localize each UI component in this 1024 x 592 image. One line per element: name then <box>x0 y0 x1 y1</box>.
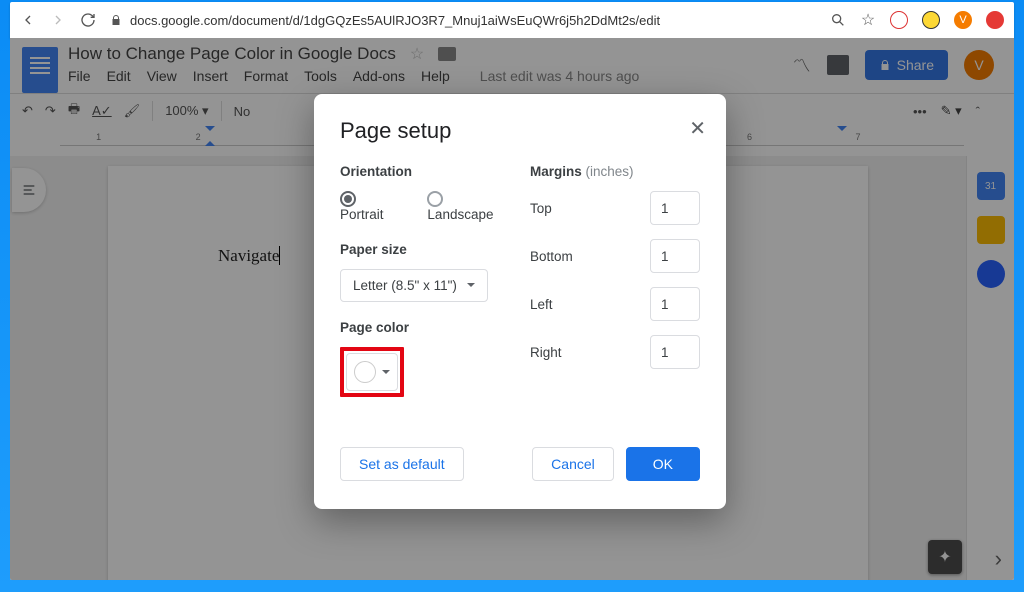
portrait-radio[interactable]: Portrait <box>340 191 401 222</box>
set-default-button[interactable]: Set as default <box>340 447 464 481</box>
chevron-down-icon <box>467 283 475 291</box>
extension-icon-2[interactable] <box>922 11 940 29</box>
browser-toolbar: docs.google.com/document/d/1dgGQzEs5AUlR… <box>10 2 1014 38</box>
page-color-picker[interactable] <box>346 353 398 391</box>
margin-left-input[interactable] <box>650 287 700 321</box>
margin-right-label: Right <box>530 345 562 360</box>
zoom-icon[interactable] <box>830 12 846 28</box>
margin-top-label: Top <box>530 201 552 216</box>
annotation-highlight <box>340 347 404 397</box>
orientation-label: Orientation <box>340 164 510 179</box>
margin-top-input[interactable] <box>650 191 700 225</box>
color-swatch <box>354 361 376 383</box>
chevron-down-icon <box>382 370 390 378</box>
chrome-profile[interactable]: V <box>954 11 972 29</box>
margin-bottom-label: Bottom <box>530 249 573 264</box>
extension-icon-3[interactable] <box>986 11 1004 29</box>
star-icon[interactable]: ☆ <box>860 12 876 28</box>
back-icon[interactable] <box>20 12 36 28</box>
paper-size-label: Paper size <box>340 242 510 257</box>
extension-icon-1[interactable] <box>890 11 908 29</box>
page-color-label: Page color <box>340 320 510 335</box>
page-setup-dialog: ✕ Page setup Orientation Portrait Landsc… <box>314 94 726 509</box>
cancel-button[interactable]: Cancel <box>532 447 614 481</box>
dialog-title: Page setup <box>340 118 700 144</box>
chrome-actions: ☆ V <box>830 11 1004 29</box>
landscape-radio[interactable]: Landscape <box>427 191 510 222</box>
url-text: docs.google.com/document/d/1dgGQzEs5AUlR… <box>130 13 660 28</box>
margins-label: Margins (inches) <box>530 164 700 179</box>
reload-icon[interactable] <box>80 12 96 28</box>
ok-button[interactable]: OK <box>626 447 700 481</box>
forward-icon[interactable] <box>50 12 66 28</box>
lock-icon <box>110 14 122 26</box>
address-bar[interactable]: docs.google.com/document/d/1dgGQzEs5AUlR… <box>110 13 660 28</box>
margin-right-input[interactable] <box>650 335 700 369</box>
google-docs-app: How to Change Page Color in Google Docs … <box>10 38 1014 580</box>
margin-bottom-input[interactable] <box>650 239 700 273</box>
paper-size-select[interactable]: Letter (8.5" x 11") <box>340 269 488 302</box>
close-icon[interactable]: ✕ <box>689 116 706 141</box>
margin-left-label: Left <box>530 297 553 312</box>
